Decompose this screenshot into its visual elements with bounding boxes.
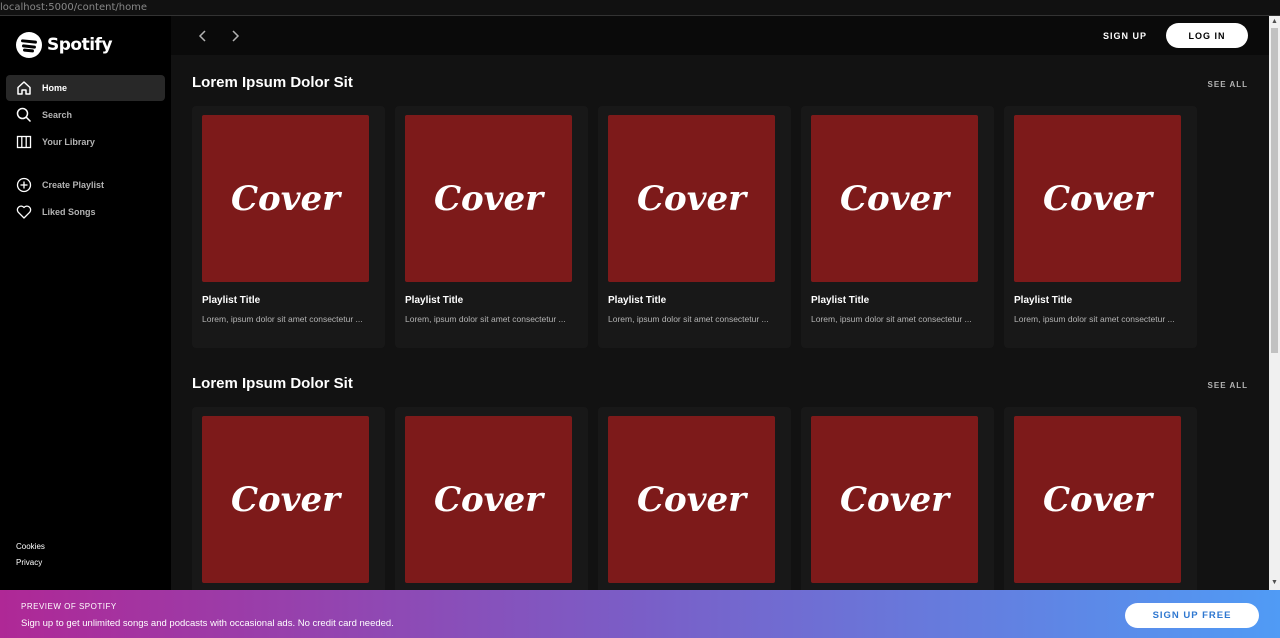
- playlist-card[interactable]: Cover: [395, 407, 588, 590]
- playlist-title: Playlist Title: [1014, 295, 1073, 306]
- playlist-description: Lorem, ipsum dolor sit amet consectetur …: [608, 314, 769, 324]
- privacy-link[interactable]: Privacy: [16, 559, 45, 575]
- playlist-cover: Cover: [608, 416, 775, 583]
- playlist-description: Lorem, ipsum dolor sit amet consectetur …: [202, 314, 363, 324]
- section-title: Lorem Ipsum Dolor Sit: [192, 74, 353, 91]
- sidebar-item-label: Your Library: [42, 137, 95, 147]
- back-arrow-icon[interactable]: [193, 26, 213, 46]
- playlist-description: Lorem, ipsum dolor sit amet consectetur …: [811, 314, 972, 324]
- playlist-card[interactable]: Cover Playlist Title Lorem, ipsum dolor …: [801, 106, 994, 348]
- home-icon: [17, 81, 31, 95]
- playlist-cover: Cover: [811, 115, 978, 282]
- sidebar-footer: Cookies Privacy: [16, 543, 45, 575]
- section-title: Lorem Ipsum Dolor Sit: [192, 375, 353, 392]
- playlist-cover: Cover: [811, 416, 978, 583]
- search-icon: [16, 107, 32, 123]
- cookies-link[interactable]: Cookies: [16, 543, 45, 559]
- spotify-logo[interactable]: Spotify: [16, 32, 113, 58]
- playlist-card[interactable]: Cover Playlist Title Lorem, ipsum dolor …: [395, 106, 588, 348]
- playlist-title: Playlist Title: [202, 295, 261, 306]
- create-playlist-button[interactable]: Create Playlist: [6, 172, 165, 198]
- playlist-cover: Cover: [405, 416, 572, 583]
- playlist-card[interactable]: Cover: [598, 407, 791, 590]
- sidebar-item-search[interactable]: Search: [6, 102, 165, 128]
- sidebar-item-library[interactable]: Your Library: [6, 129, 165, 155]
- sidebar-nav: Home Search Your Library Create Playlist…: [6, 75, 165, 226]
- scroll-thumb[interactable]: [1271, 28, 1278, 353]
- forward-arrow-icon[interactable]: [225, 26, 245, 46]
- scrollbar[interactable]: ▲ ▼: [1269, 16, 1280, 590]
- playlist-card[interactable]: Cover: [801, 407, 994, 590]
- preview-banner: PREVIEW OF SPOTIFY Sign up to get unlimi…: [0, 590, 1280, 638]
- sidebar-item-label: Home: [42, 83, 68, 93]
- sidebar: Spotify Home Search Your Library Create …: [0, 16, 171, 590]
- sidebar-item-label: Search: [42, 110, 73, 120]
- playlist-title: Playlist Title: [405, 295, 464, 306]
- scroll-down-icon[interactable]: ▼: [1271, 579, 1278, 586]
- sidebar-item-label: Liked Songs: [42, 207, 96, 217]
- see-all-link[interactable]: SEE ALL: [1208, 80, 1248, 89]
- playlist-description: Lorem, ipsum dolor sit amet consectetur …: [405, 314, 566, 324]
- playlist-card[interactable]: Cover Playlist Title Lorem, ipsum dolor …: [192, 106, 385, 348]
- playlist-card[interactable]: Cover: [192, 407, 385, 590]
- playlist-card[interactable]: Cover Playlist Title Lorem, ipsum dolor …: [1004, 106, 1197, 348]
- window-titlebar: localhost:5000/content/home: [0, 0, 1280, 16]
- playlist-cover: Cover: [1014, 115, 1181, 282]
- playlist-cover: Cover: [405, 115, 572, 282]
- card-row: Cover Cover Cover Cover Cover: [192, 407, 1197, 590]
- sidebar-item-label: Create Playlist: [42, 180, 105, 190]
- window-title: localhost:5000/content/home: [0, 2, 148, 13]
- login-button[interactable]: LOG IN: [1166, 23, 1248, 48]
- playlist-cover: Cover: [202, 416, 369, 583]
- topbar: SIGN UP LOG IN: [171, 16, 1269, 55]
- banner-text: Sign up to get unlimited songs and podca…: [21, 618, 394, 629]
- playlist-description: Lorem, ipsum dolor sit amet consectetur …: [1014, 314, 1175, 324]
- playlist-cover: Cover: [608, 115, 775, 282]
- playlist-cover: Cover: [202, 115, 369, 282]
- heart-icon: [16, 205, 32, 219]
- logo-text: Spotify: [47, 35, 113, 55]
- plus-circle-icon: [16, 177, 32, 193]
- spotify-logo-icon: [16, 32, 42, 58]
- card-row: Cover Playlist Title Lorem, ipsum dolor …: [192, 106, 1197, 348]
- banner-title: PREVIEW OF SPOTIFY: [21, 602, 117, 611]
- playlist-title: Playlist Title: [608, 295, 667, 306]
- main-content: Lorem Ipsum Dolor Sit SEE ALL Cover Play…: [171, 55, 1269, 590]
- liked-songs-button[interactable]: Liked Songs: [6, 199, 165, 225]
- see-all-link[interactable]: SEE ALL: [1208, 381, 1248, 390]
- playlist-title: Playlist Title: [811, 295, 870, 306]
- signup-button[interactable]: SIGN UP: [1103, 31, 1147, 41]
- scroll-up-icon[interactable]: ▲: [1271, 18, 1278, 25]
- playlist-card[interactable]: Cover: [1004, 407, 1197, 590]
- library-icon: [16, 135, 32, 149]
- playlist-cover: Cover: [1014, 416, 1181, 583]
- section-2: Lorem Ipsum Dolor Sit SEE ALL Cover Cove…: [192, 356, 1248, 590]
- playlist-card[interactable]: Cover Playlist Title Lorem, ipsum dolor …: [598, 106, 791, 348]
- section-1: Lorem Ipsum Dolor Sit SEE ALL Cover Play…: [192, 55, 1248, 355]
- sidebar-item-home[interactable]: Home: [6, 75, 165, 101]
- signup-free-button[interactable]: SIGN UP FREE: [1125, 603, 1259, 628]
